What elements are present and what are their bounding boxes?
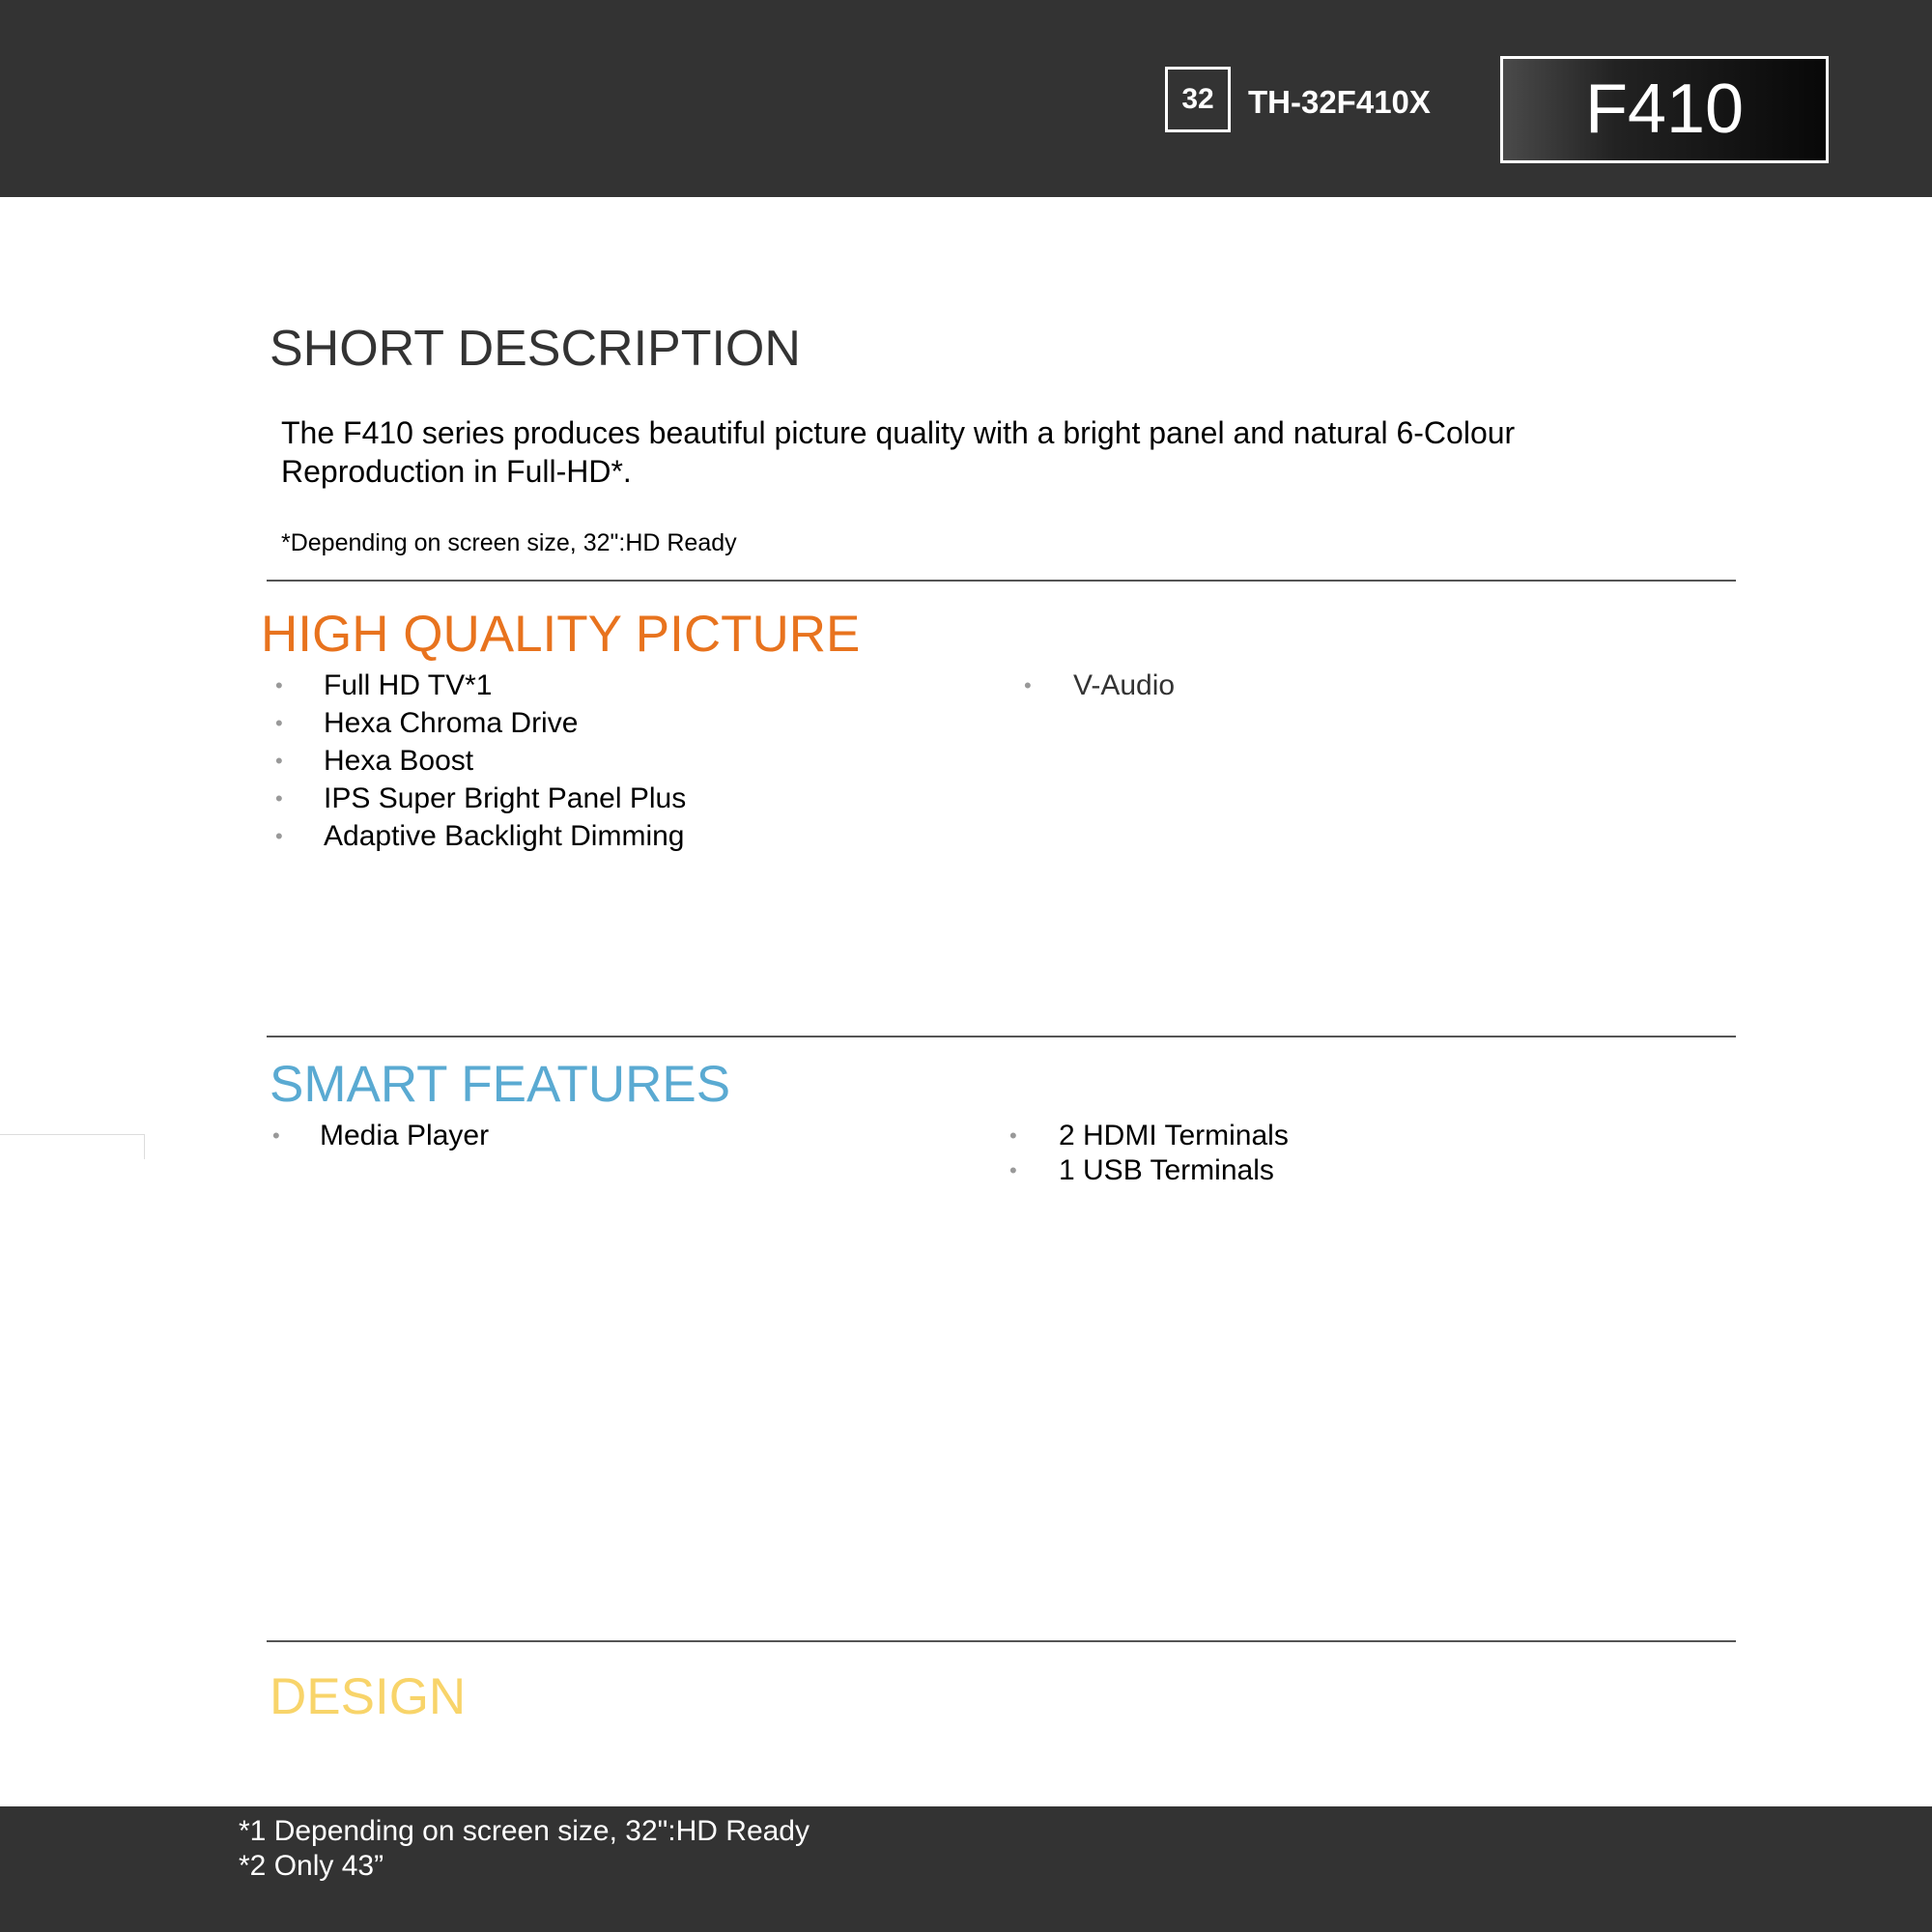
smart-features-left: • Media Player	[272, 1119, 489, 1153]
short-description-heading: SHORT DESCRIPTION	[270, 321, 801, 377]
list-item-label: V-Audio	[1073, 669, 1176, 701]
footer-bar: *1 Depending on screen size, 32":HD Read…	[0, 1806, 1932, 1932]
list-item-label: Media Player	[320, 1120, 490, 1151]
footnote-1: *1 Depending on screen size, 32":HD Read…	[239, 1815, 810, 1847]
short-description-text: The F410 series produces beautiful pictu…	[281, 415, 1516, 489]
smart-section-heading: SMART FEATURES	[270, 1056, 731, 1113]
smart-features-right: • 2 HDMI Terminals • 1 USB Terminals	[1009, 1119, 1289, 1188]
bullet-dot-icon: •	[272, 1123, 280, 1148]
picture-features-left: • Full HD TV*1 • Hexa Chroma Drive • Hexa Boo…	[275, 667, 686, 855]
bullet-dot-icon: •	[1009, 1123, 1017, 1148]
list-item: • Hexa Chroma Drive	[275, 704, 686, 742]
bullet-dot-icon: •	[275, 824, 283, 848]
short-description-note: *Depending on screen size, 32":HD Ready	[281, 529, 737, 556]
list-item: • 1 USB Terminals	[1009, 1153, 1289, 1188]
screen-size-badge: 32	[1165, 67, 1231, 132]
list-item: • Full HD TV*1	[275, 667, 686, 704]
list-item: • Adaptive Backlight Dimming	[275, 817, 686, 855]
divider	[267, 1640, 1736, 1642]
bullet-dot-icon: •	[275, 749, 283, 773]
header-bar: 32 TH-32F410X F410	[0, 0, 1932, 197]
model-code: TH-32F410X	[1248, 84, 1431, 120]
list-item: • Hexa Boost	[275, 742, 686, 780]
bullet-dot-icon: •	[1009, 1158, 1017, 1182]
list-item-label: Full HD TV*1	[324, 669, 493, 701]
list-item-label: Adaptive Backlight Dimming	[324, 820, 685, 852]
series-label: F410	[1500, 56, 1829, 163]
bullet-dot-icon: •	[275, 711, 283, 735]
bullet-dot-icon: •	[1024, 673, 1032, 697]
divider	[267, 1036, 1736, 1037]
bullet-dot-icon: •	[275, 673, 283, 697]
divider	[267, 580, 1736, 582]
page-edge-mark	[0, 1134, 145, 1159]
design-section-heading: DESIGN	[270, 1668, 467, 1725]
list-item: • IPS Super Bright Panel Plus	[275, 780, 686, 817]
list-item-label: Hexa Boost	[324, 745, 474, 777]
list-item: • 2 HDMI Terminals	[1009, 1119, 1289, 1153]
list-item-label: IPS Super Bright Panel Plus	[324, 782, 687, 814]
picture-features-right: • V-Audio	[1024, 667, 1175, 704]
bullet-dot-icon: •	[275, 786, 283, 810]
picture-section-heading: HIGH QUALITY PICTURE	[261, 606, 861, 663]
list-item: • Media Player	[272, 1119, 489, 1153]
list-item-label: 1 USB Terminals	[1059, 1154, 1274, 1186]
list-item: • V-Audio	[1024, 667, 1175, 704]
list-item-label: 2 HDMI Terminals	[1059, 1120, 1289, 1151]
list-item-label: Hexa Chroma Drive	[324, 707, 579, 739]
footnote-2: *2 Only 43”	[239, 1850, 384, 1882]
